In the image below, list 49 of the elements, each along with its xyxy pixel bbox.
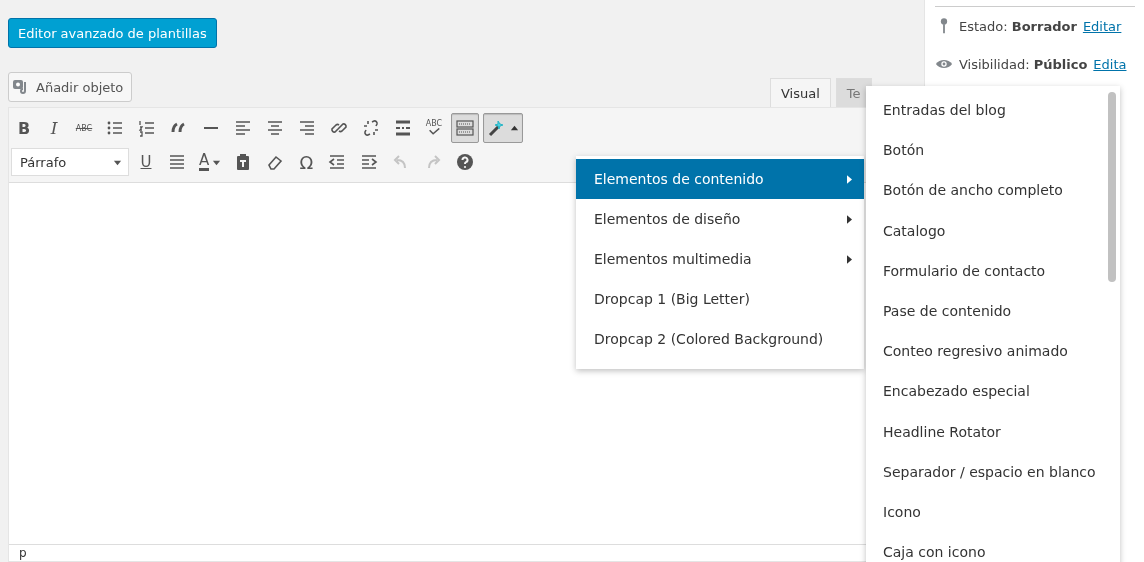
submenu-arrow-icon <box>847 174 852 184</box>
toolbar-toggle-icon <box>455 118 475 138</box>
submenu-item[interactable]: Headline Rotator <box>866 411 1120 452</box>
align-right-icon <box>297 118 317 138</box>
menu-item[interactable]: Elementos de diseño <box>576 199 864 239</box>
submenu-item[interactable]: Botón <box>866 130 1120 171</box>
indent-icon <box>359 152 380 172</box>
publish-setting: Estado: Borrador <box>959 18 1077 34</box>
menu-item[interactable]: Elementos de contenido <box>576 159 864 199</box>
format-select[interactable]: Párrafo <box>11 148 129 176</box>
submenu-item[interactable]: Icono <box>866 491 1120 533</box>
help-icon <box>455 152 476 172</box>
bold-button[interactable]: B <box>11 113 37 143</box>
editor-tab[interactable]: Visual <box>770 78 831 108</box>
check-icon <box>427 128 441 136</box>
edit-link[interactable]: Edita <box>1093 56 1127 72</box>
submenu-item[interactable]: Botón de ancho completo <box>866 170 1120 211</box>
submenu-arrow-icon <box>847 214 852 224</box>
submenu-item[interactable]: Conteo regresivo animado <box>866 331 1120 372</box>
submenu-item[interactable]: Caja con icono <box>866 532 1120 562</box>
align-left-icon <box>233 118 253 138</box>
numbered-list-icon <box>137 118 157 138</box>
read-more-icon <box>393 118 413 138</box>
menu-item[interactable]: Dropcap 2 (Colored Background) <box>576 319 864 359</box>
submenu-item[interactable]: Pase de contenido <box>866 290 1120 332</box>
menu-item[interactable]: Elementos multimedia <box>576 239 864 279</box>
broken-link-icon <box>361 118 381 138</box>
wand-button[interactable] <box>483 113 523 143</box>
justify-icon <box>167 152 187 172</box>
strike-button[interactable]: ABC <box>71 113 97 143</box>
color-button[interactable]: A <box>195 147 226 177</box>
add-media-button[interactable]: Añadir objeto <box>8 72 133 102</box>
caret-icon <box>510 123 519 133</box>
edit-link[interactable]: Editar <box>1082 18 1122 34</box>
underline-button[interactable]: U <box>133 147 159 177</box>
scrollbar-thumb[interactable] <box>1108 92 1116 282</box>
submenu-item[interactable]: Formulario de contacto <box>866 250 1120 291</box>
italic-button[interactable]: I <box>41 113 67 143</box>
menu-item[interactable]: Dropcap 1 (Big Letter) <box>576 279 864 319</box>
submenu-arrow-icon <box>847 254 852 264</box>
element-path: p <box>19 546 27 560</box>
submenu-item[interactable]: Separador / espacio en blanco <box>866 451 1120 492</box>
submenu-item[interactable]: Encabezado especial <box>866 371 1120 412</box>
align-center-icon <box>265 118 285 138</box>
publish-setting: Visibilidad: Público <box>959 56 1088 72</box>
spell-button[interactable]: ABC <box>421 113 447 143</box>
submenu-item[interactable]: Catalogo <box>866 210 1120 251</box>
horizontal-line-icon <box>201 126 221 130</box>
omega-button[interactable]: Ω <box>293 147 320 177</box>
